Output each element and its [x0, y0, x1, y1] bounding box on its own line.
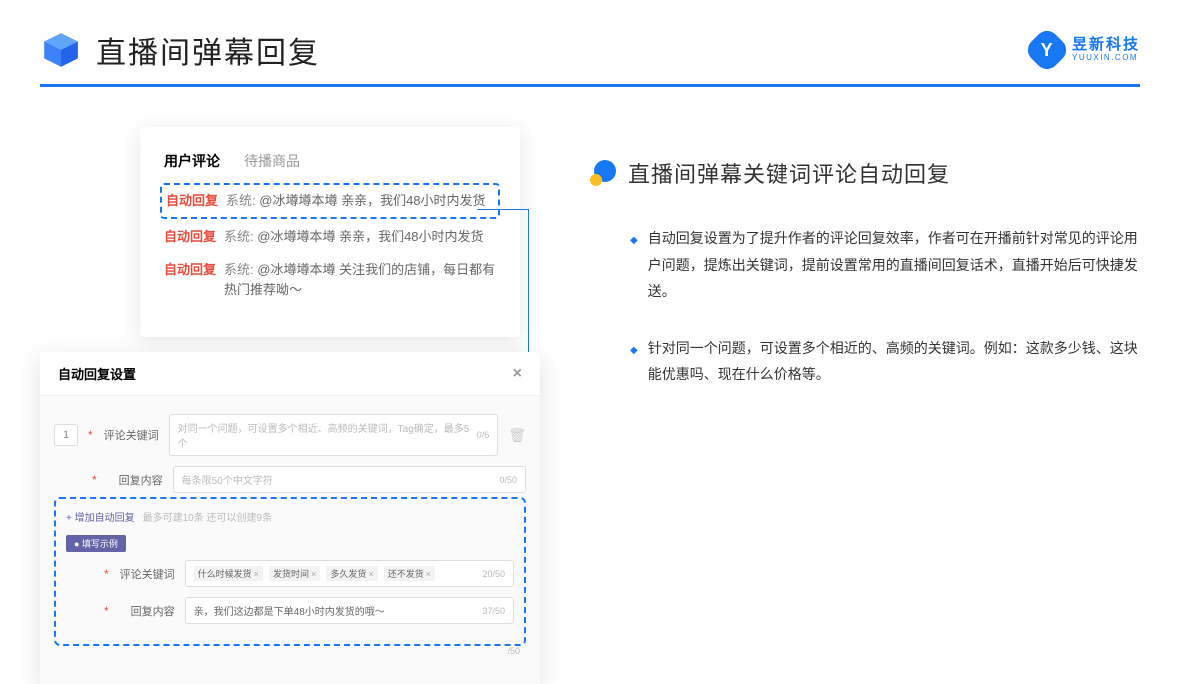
comment-row-highlighted: 自动回复 系统: @冰墫墫本墫 亲亲，我们48小时内发货 — [160, 183, 500, 219]
connector-line — [477, 209, 529, 210]
form-row-keyword: 1 * 评论关键词 对同一个问题，可设置多个相近、高频的关键词，Tag确定，最多… — [54, 414, 526, 456]
tag-item[interactable]: 多久发货× — [326, 566, 377, 581]
page-title: 直播间弹幕回复 — [96, 28, 320, 72]
close-icon[interactable]: × — [513, 365, 522, 383]
auto-reply-label: 自动回复 — [166, 191, 218, 211]
dialog-title: 自动回复设置 — [58, 364, 136, 383]
brand-logo: Y 昱新科技 YUUXIN.COM — [1030, 33, 1140, 67]
bullet-paragraph: ◆ 自动回复设置为了提升作者的评论回复效率，作者可在开播前针对常见的评论用户问题… — [590, 225, 1140, 305]
required-dot-icon: * — [88, 428, 93, 442]
settings-dialog: 自动回复设置 × 1 * 评论关键词 对同一个问题，可设置多个相近、高频的关键词… — [40, 352, 540, 684]
comment-row: 自动回复 系统: @冰墫墫本墫 关注我们的店铺，每日都有热门推荐呦～ — [164, 260, 496, 299]
section-heading: 直播间弹幕关键词评论自动回复 — [590, 157, 1140, 189]
bubble-icon — [590, 160, 616, 186]
comments-panel: 用户评论 待播商品 自动回复 系统: @冰墫墫本墫 亲亲，我们48小时内发货 自… — [140, 127, 520, 337]
comment-row: 自动回复 系统: @冰墫墫本墫 亲亲，我们48小时内发货 — [164, 227, 496, 247]
field-label: 评论关键词 — [103, 427, 159, 443]
content-input[interactable]: 每条限50个中文字符 0/50 — [173, 466, 526, 493]
example-content-input[interactable]: 亲，我们这边都是下单48小时内发货的哦～ 37/50 — [185, 597, 514, 624]
add-hint-text: 最多可建10条 还可以创建9条 — [143, 509, 272, 524]
tag-item[interactable]: 发货时间× — [269, 566, 320, 581]
diamond-icon: ◆ — [630, 231, 638, 305]
tab-user-comments[interactable]: 用户评论 — [164, 151, 220, 171]
tag-item[interactable]: 什么时候发货× — [194, 566, 263, 581]
example-badge: ● 填写示例 — [66, 535, 126, 552]
example-section: + 增加自动回复 最多可建10条 还可以创建9条 ● 填写示例 * 评论关键词 … — [54, 497, 526, 646]
form-row-content: * 回复内容 每条限50个中文字符 0/50 — [54, 466, 526, 493]
diamond-icon: ◆ — [630, 341, 638, 388]
keyword-input[interactable]: 对同一个问题，可设置多个相近、高频的关键词，Tag确定，最多5个 0/6 — [169, 414, 499, 456]
logo-text-cn: 昱新科技 — [1072, 37, 1140, 54]
required-dot-icon: * — [92, 473, 97, 487]
cube-icon — [40, 29, 82, 71]
delete-icon[interactable]: 🗑 — [508, 427, 526, 444]
tag-item[interactable]: 还不发货× — [384, 566, 435, 581]
logo-text-en: YUUXIN.COM — [1072, 54, 1140, 63]
row-number: 1 — [54, 424, 78, 446]
field-label: 回复内容 — [107, 472, 163, 488]
bullet-paragraph: ◆ 针对同一个问题，可设置多个相近的、高频的关键词。例如：这款多少钱、这块能优惠… — [590, 335, 1140, 388]
tab-pending-goods[interactable]: 待播商品 — [244, 151, 300, 171]
add-reply-link[interactable]: + 增加自动回复 — [66, 509, 135, 524]
example-keyword-input[interactable]: 什么时候发货× 发货时间× 多久发货× 还不发货× 20/50 — [185, 560, 514, 587]
extra-counter: /50 — [507, 646, 520, 656]
logo-badge-icon: Y — [1023, 26, 1071, 74]
page-header: 直播间弹幕回复 Y 昱新科技 YUUXIN.COM — [0, 0, 1180, 84]
